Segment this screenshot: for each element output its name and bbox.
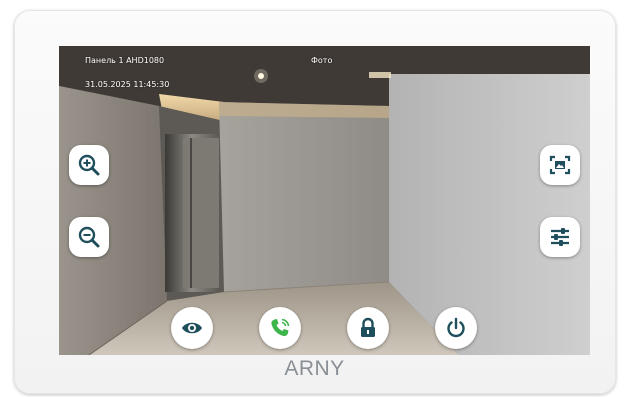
power-icon [447, 317, 465, 338]
zoom-out-icon [78, 226, 100, 248]
answer-call-button[interactable] [259, 307, 301, 349]
monitor-button[interactable] [171, 307, 213, 349]
phone-icon [271, 318, 290, 337]
sliders-icon [551, 228, 569, 246]
snapshot-button[interactable] [540, 145, 580, 185]
settings-button[interactable] [540, 217, 580, 257]
camera-feed-image [59, 46, 590, 355]
snapshot-icon [549, 155, 571, 175]
zoom-in-icon [78, 154, 100, 176]
eye-icon [182, 322, 202, 334]
brand-logo: ARNY [284, 357, 345, 380]
camera-label: Панель 1 AHD1080 [85, 56, 165, 65]
power-button[interactable] [435, 307, 477, 349]
lock-icon [361, 317, 375, 337]
datetime-label: 31.05.2025 11:45:30 [85, 80, 170, 89]
zoom-out-button[interactable] [69, 217, 109, 257]
zoom-in-button[interactable] [69, 145, 109, 185]
mode-label: Фото [311, 56, 333, 65]
unlock-button[interactable] [347, 307, 389, 349]
camera-screen: Панель 1 AHD1080 Фото 31.05.2025 11:45:3… [59, 46, 590, 355]
